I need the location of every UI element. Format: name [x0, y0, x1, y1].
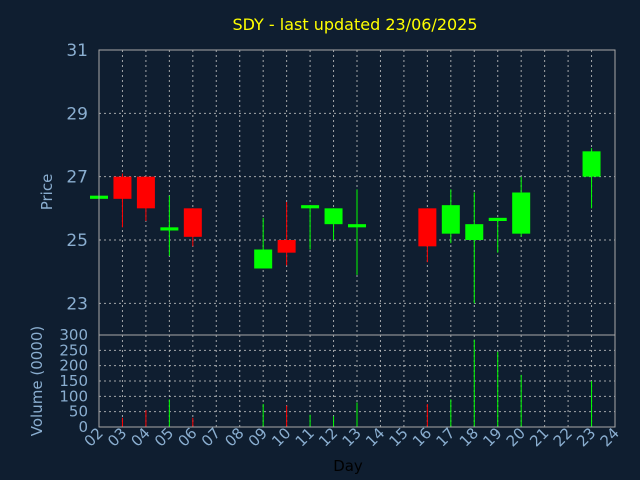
- candle-body: [488, 217, 507, 221]
- x-tick-label: 05: [151, 424, 177, 450]
- candlestick-chart: SDY - last updated 23/06/2025 23 25 27 29 31…: [28, 15, 623, 475]
- x-tick-label: 23: [573, 424, 599, 450]
- price-tick-label: 23: [66, 294, 88, 314]
- x-tick-label: 17: [432, 424, 458, 450]
- x-tick-label: 16: [409, 424, 435, 450]
- candle-body: [441, 205, 460, 234]
- candle-body: [183, 208, 202, 237]
- volume-bars: [121, 339, 593, 427]
- candle-body: [113, 176, 132, 199]
- volume-tick-label: 250: [59, 341, 88, 359]
- volume-tick-label: 50: [69, 403, 88, 421]
- x-tick-label: 06: [174, 424, 200, 450]
- price-tick-label: 27: [66, 168, 88, 188]
- price-tick-label: 29: [66, 104, 88, 124]
- x-ticks: 0203040506070809101112131415161718192021…: [81, 424, 623, 450]
- volume-tick-label: 200: [59, 357, 88, 375]
- x-tick-label: 21: [526, 424, 552, 450]
- x-tick-label: 08: [221, 424, 247, 450]
- candle-body: [160, 227, 179, 231]
- volume-axis-label: Volume (0000): [28, 326, 46, 436]
- x-tick-label: 22: [550, 424, 576, 450]
- candle-body: [301, 205, 320, 209]
- x-tick-label: 18: [456, 424, 482, 450]
- volume-tick-label: 300: [59, 326, 88, 344]
- volume-tick-label: 100: [59, 387, 88, 405]
- candles: [90, 148, 601, 304]
- price-tick-label: 31: [66, 41, 88, 61]
- x-tick-label: 10: [268, 424, 294, 450]
- x-tick-label: 24: [597, 424, 623, 450]
- x-tick-label: 12: [315, 424, 341, 450]
- x-tick-label: 04: [128, 424, 154, 450]
- candle-body: [582, 151, 601, 177]
- x-tick-label: 09: [245, 424, 271, 450]
- x-tick-label: 20: [503, 424, 529, 450]
- volume-tick-label: 150: [59, 372, 88, 390]
- price-axis-label: Price: [38, 174, 56, 211]
- price-tick-label: 25: [66, 231, 88, 251]
- candle-body: [324, 208, 343, 225]
- x-tick-label: 15: [386, 424, 412, 450]
- chart-title: SDY - last updated 23/06/2025: [232, 15, 477, 34]
- candle-body: [136, 176, 155, 209]
- price-y-ticks: 23 25 27 29 31: [66, 41, 88, 314]
- x-tick-label: 07: [198, 424, 224, 450]
- candle-body: [348, 224, 366, 228]
- x-axis-label: Day: [333, 457, 363, 475]
- candle-body: [277, 240, 296, 253]
- candle-body: [512, 192, 531, 234]
- x-tick-label: 11: [292, 424, 318, 450]
- candle-body: [254, 249, 273, 269]
- x-tick-label: 14: [362, 424, 388, 450]
- candle-body: [465, 224, 484, 240]
- candle-body: [418, 208, 437, 247]
- volume-y-ticks: 050100150200250300: [59, 326, 88, 436]
- x-tick-label: 19: [479, 424, 505, 450]
- x-tick-label: 03: [104, 424, 130, 450]
- x-tick-label: 13: [339, 424, 365, 450]
